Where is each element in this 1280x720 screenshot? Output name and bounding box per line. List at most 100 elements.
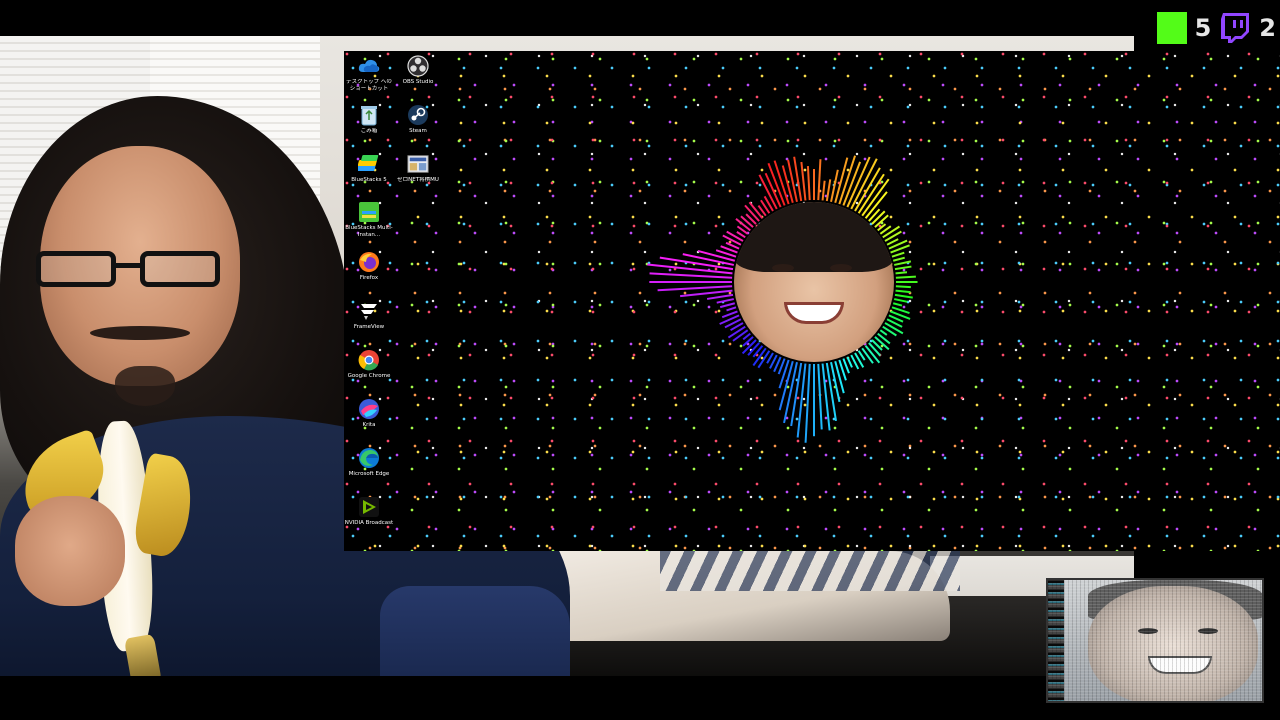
- desktop-icon-microsoft-edge[interactable]: Microsoft Edge: [344, 447, 394, 493]
- bluestacks-multi-instance-icon: [358, 201, 380, 223]
- visualizer-bar: [732, 329, 749, 342]
- nvidia-broadcast-icon: [358, 496, 380, 518]
- visualizer-bar: [895, 271, 908, 275]
- visualizer-bar: [879, 329, 888, 336]
- visualizer-bar: [742, 332, 751, 341]
- desktop-icon-label: BlueStacks Multi-Instan...: [345, 225, 393, 238]
- visualizer-bar: [874, 336, 890, 351]
- bluestacks-icon: [358, 153, 380, 175]
- obs-icon: [407, 55, 429, 77]
- kick-viewer-count: 5: [1194, 14, 1212, 42]
- visualizer-bar: [741, 339, 757, 355]
- chrome-icon: [358, 349, 380, 371]
- edge-icon: [358, 447, 380, 469]
- visualizer-bar: [647, 263, 733, 275]
- twitch-icon: [1219, 12, 1251, 44]
- visualizer-bar: [727, 325, 746, 339]
- visualizer-bar: [892, 256, 905, 262]
- desktop-icon-label: Microsoft Edge: [348, 471, 390, 477]
- visualizer-bar: [757, 350, 771, 369]
- glasses: [36, 251, 226, 291]
- visualizer-bar: [804, 363, 811, 443]
- desktop-capture: デスクトップ へのショートカット (OneDri... ごみ箱 BlueStac…: [344, 51, 1280, 551]
- desktop-icon-krita[interactable]: Krita: [344, 398, 394, 444]
- streamer-sleeve: [380, 586, 570, 676]
- mustache: [90, 326, 190, 340]
- visualizer-bar: [846, 356, 853, 368]
- desktop-icon-bluestacks-5[interactable]: BlueStacks 5: [344, 153, 394, 199]
- visualizer-bar: [894, 260, 912, 266]
- desktop-icon-frameview[interactable]: FrameView: [344, 300, 394, 346]
- visualizer-bar: [649, 272, 733, 279]
- desktop-icon-nvidia-broadcast[interactable]: NVIDIA Broadcast: [344, 496, 394, 542]
- visualizer-bar: [821, 180, 826, 201]
- visualizer-bar: [868, 342, 882, 357]
- frameview-icon: [358, 300, 380, 322]
- stream-canvas: デスクトップ へのショートカット (OneDri... ごみ箱 BlueStac…: [0, 0, 1280, 720]
- avatar-eye-left: [772, 264, 794, 272]
- goatee: [115, 366, 175, 406]
- desktop-icon-label: Firefox: [359, 275, 379, 281]
- blanket-pattern: [660, 551, 960, 591]
- desktop-icon-label: Krita: [362, 422, 376, 428]
- desktop-icon-grid: デスクトップ へのショートカット (OneDri... ごみ箱 BlueStac…: [344, 53, 454, 543]
- visualizer-bar: [861, 347, 874, 364]
- recycle-bin-icon: [358, 104, 380, 126]
- pip-webcam: [1046, 578, 1264, 703]
- visualizer-bar: [895, 289, 911, 294]
- glasses-lens-left: [36, 251, 116, 287]
- visualizer-bar: [857, 173, 885, 214]
- visualizer-bar: [800, 161, 807, 201]
- desktop-icon-label: NVIDIA Broadcast: [344, 520, 394, 526]
- visualizer-bar: [657, 285, 733, 292]
- desktop-icon-label: ごみ箱: [360, 128, 378, 134]
- desktop-icon-label: デスクトップ へのショートカット (OneDri...: [346, 79, 392, 92]
- desktop-icon-firefox[interactable]: Firefox: [344, 251, 394, 297]
- desktop-icon-steam[interactable]: Steam: [393, 104, 443, 150]
- visualizer-bar: [895, 285, 911, 289]
- visualizer-bar: [894, 265, 912, 271]
- audio-visualizer: [604, 106, 924, 496]
- avatar-eye-right: [830, 264, 852, 272]
- visualizer-bar: [726, 306, 737, 312]
- visualizer-bar: [817, 363, 823, 430]
- visualizer-bar: [825, 179, 832, 202]
- streamer-hand: [15, 496, 125, 606]
- onedrive-icon: [358, 55, 380, 77]
- visualizer-bar: [806, 166, 811, 201]
- visualizer-bar: [892, 302, 903, 307]
- visualizer-bar: [719, 302, 736, 309]
- desktop-icon-label: BlueStacks 5: [351, 177, 387, 183]
- desktop-icon-bluestacks-multi-instance[interactable]: BlueStacks Multi-Instan...: [344, 201, 394, 247]
- visualizer-bar: [706, 293, 734, 300]
- pip-scanlines: [1048, 580, 1262, 701]
- desktop-icon-label: OBS Studio: [402, 79, 434, 85]
- glasses-lens-right: [140, 251, 220, 287]
- twitch-viewer-count: 2: [1259, 14, 1276, 42]
- desktop-icon-google-chrome[interactable]: Google Chrome: [344, 349, 394, 395]
- desktop-icon-obs-studio[interactable]: OBS Studio: [393, 55, 443, 101]
- visualizer-bar: [884, 322, 904, 335]
- desktop-icon-onedrive-shortcut[interactable]: デスクトップ へのショートカット (OneDri...: [344, 55, 394, 101]
- steam-icon: [407, 104, 429, 126]
- desktop-icon-zero-net-shogi[interactable]: ゼロNET将棋MU: [393, 153, 443, 199]
- avatar-hair: [734, 202, 894, 272]
- visualizer-bar: [895, 275, 916, 279]
- glasses-bridge: [114, 263, 142, 268]
- krita-icon: [358, 398, 380, 420]
- visualizer-avatar: [734, 202, 894, 362]
- visualizer-bar: [894, 293, 913, 299]
- visualizer-bar: [752, 347, 767, 367]
- desktop-icon-label: ゼロNET将棋MU: [397, 177, 439, 183]
- shogi-icon: [407, 153, 429, 175]
- desktop-icon-recycle-bin[interactable]: ごみ箱: [344, 104, 394, 150]
- firefox-icon: [358, 251, 380, 273]
- visualizer-bar: [894, 298, 908, 303]
- viewer-counters: 5 2: [1156, 8, 1280, 48]
- kick-icon: [1156, 12, 1187, 44]
- desktop-icon-label: FrameView: [353, 324, 385, 330]
- visualizer-bar: [716, 298, 734, 304]
- visualizer-bar: [817, 159, 822, 201]
- desktop-icon-label: Google Chrome: [347, 373, 391, 379]
- desktop-icon-label: Steam: [409, 128, 427, 134]
